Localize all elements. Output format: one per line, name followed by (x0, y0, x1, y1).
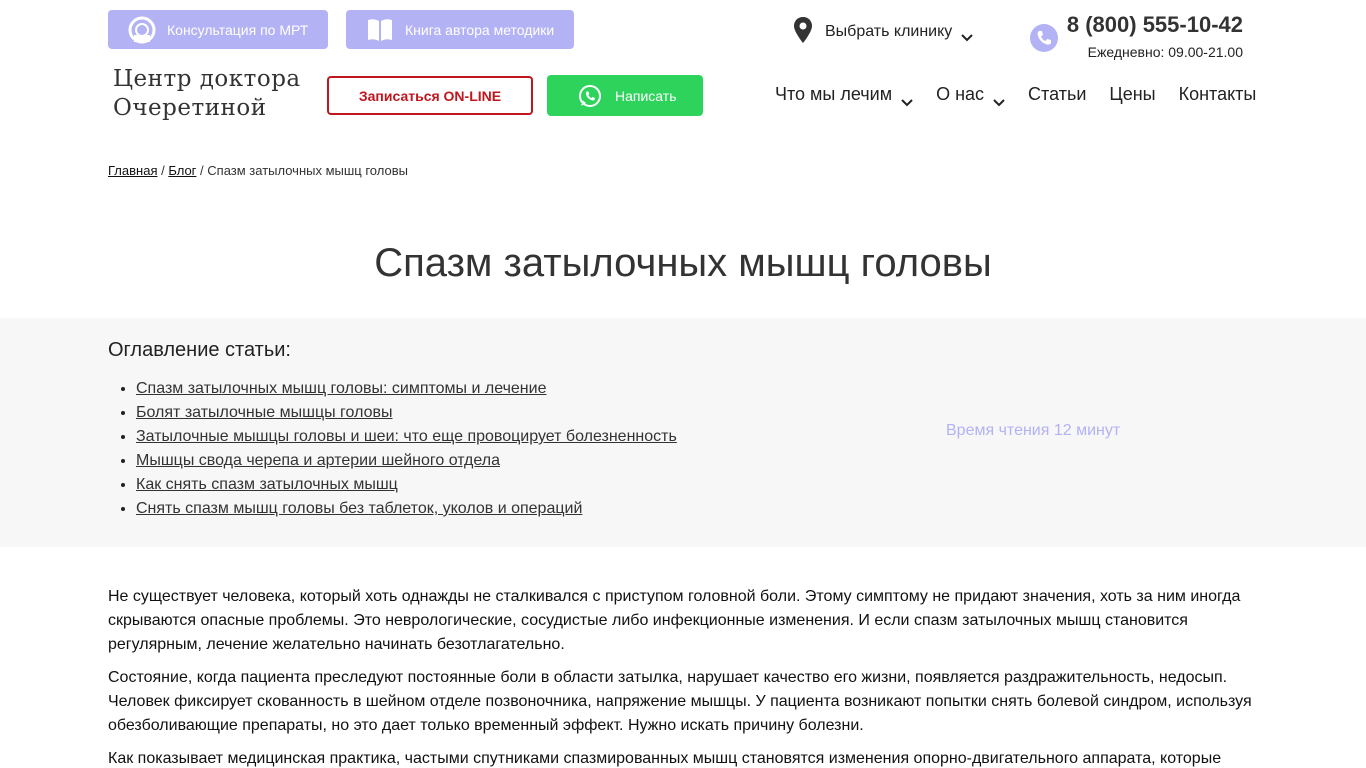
toc-heading: Оглавление статьи: (108, 339, 291, 361)
article-paragraph: Состояние, когда пациента преследуют пос… (108, 669, 1252, 734)
online-booking-button[interactable]: Записаться ON-LINE (327, 76, 533, 115)
article-body: Не существует человека, который хоть одн… (108, 585, 1258, 768)
nav-item-treat-label: Что мы лечим (775, 84, 893, 104)
book-icon (366, 17, 394, 43)
toc-link[interactable]: Болят затылочные мышцы головы (136, 404, 393, 421)
nav-item-articles[interactable]: Статьи (1028, 84, 1086, 105)
map-pin-icon (793, 16, 813, 44)
breadcrumb-blog-link[interactable]: Блог (168, 163, 196, 178)
logo-line-1: Центр доктора (113, 66, 301, 92)
toc-item: Как снять спазм затылочных мышц (136, 473, 677, 497)
toc-item: Болят затылочные мышцы головы (136, 401, 677, 425)
logo-line-2: Очеретиной (113, 95, 267, 121)
chevron-down-icon (901, 91, 913, 107)
toc-item: Снять спазм мышц головы без таблеток, ук… (136, 497, 677, 521)
reading-time: Время чтения 12 минут (946, 422, 1121, 439)
article-paragraph: Не существует человека, который хоть одн… (108, 588, 1241, 653)
breadcrumb: Главная / Блог / Спазм затылочных мышц г… (108, 163, 408, 178)
mri-consultation-label: Консультация по МРТ (167, 21, 309, 38)
chevron-down-icon (961, 29, 974, 41)
toc-item: Спазм затылочных мышц головы: симптомы и… (136, 377, 677, 401)
toc-link[interactable]: Спазм затылочных мышц головы: симптомы и… (136, 380, 546, 397)
working-hours: Ежедневно: 09.00-21.00 (1087, 44, 1243, 60)
nav-item-about-label: О нас (936, 84, 985, 104)
toc-item: Мышцы свода черепа и артерии шейного отд… (136, 449, 677, 473)
phone-number[interactable]: 8 (800) 555-10-42 (1067, 12, 1243, 38)
main-nav: Что мы лечим О нас Статьи Цены Контакты (775, 84, 1257, 107)
toc-item: Затылочные мышцы головы и шеи: что еще п… (136, 425, 677, 449)
breadcrumb-current: Спазм затылочных мышц головы (207, 163, 408, 178)
breadcrumb-separator: / (157, 163, 169, 178)
whatsapp-icon (578, 84, 602, 108)
toc-list: Спазм затылочных мышц головы: симптомы и… (136, 377, 677, 521)
breadcrumb-separator: / (196, 163, 208, 178)
toc-link[interactable]: Мышцы свода черепа и артерии шейного отд… (136, 452, 500, 469)
toc-link[interactable]: Как снять спазм затылочных мышц (136, 476, 398, 493)
clinic-select[interactable]: Выбрать клинику (793, 16, 974, 44)
nav-item-prices[interactable]: Цены (1109, 84, 1155, 105)
chevron-down-icon (993, 91, 1005, 107)
phone-icon[interactable] (1030, 24, 1058, 52)
clinic-select-label: Выбрать клинику (825, 23, 953, 40)
nav-item-treat[interactable]: Что мы лечим (775, 84, 913, 107)
article-paragraph: Как показывает медицинская практика, час… (108, 750, 1222, 767)
author-book-button[interactable]: Книга автора методики (346, 10, 574, 49)
mri-scanner-icon (128, 16, 156, 44)
whatsapp-write-button[interactable]: Написать (547, 75, 703, 116)
toc-link[interactable]: Снять спазм мышц головы без таблеток, ук… (136, 500, 582, 517)
site-logo[interactable]: Центр доктора Очеретиной (113, 65, 301, 123)
breadcrumb-home-link[interactable]: Главная (108, 163, 157, 178)
nav-item-about[interactable]: О нас (936, 84, 1005, 107)
author-book-label: Книга автора методики (405, 21, 555, 38)
nav-item-contacts[interactable]: Контакты (1179, 84, 1257, 105)
mri-consultation-button[interactable]: Консультация по МРТ (108, 10, 328, 49)
toc-link[interactable]: Затылочные мышцы головы и шеи: что еще п… (136, 428, 677, 445)
table-of-contents: Оглавление статьи: Спазм затылочных мышц… (0, 318, 1366, 547)
whatsapp-write-label: Написать (615, 87, 677, 104)
page-title: Спазм затылочных мышц головы (374, 241, 992, 285)
